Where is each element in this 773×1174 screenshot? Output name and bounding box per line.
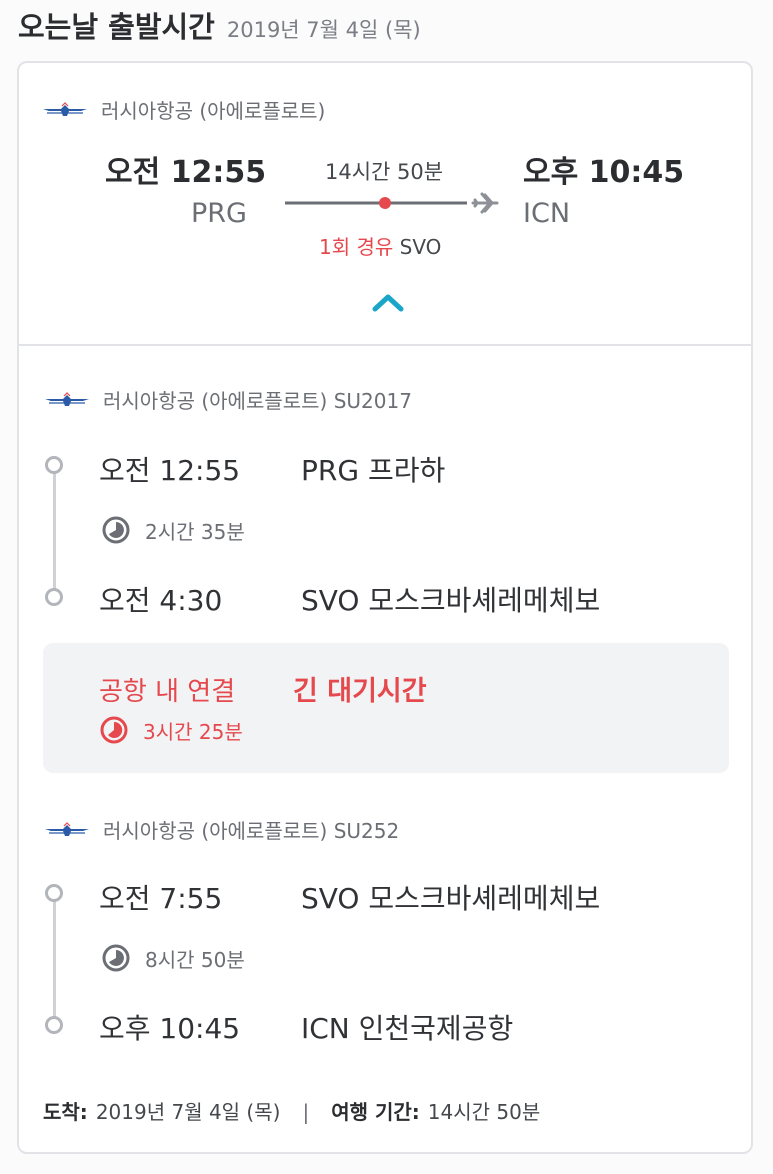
route-line (285, 192, 499, 214)
itinerary-card: 러시아항공 (아에로플로트) 오전 12:55 PRG 14시간 50분 1회 … (17, 61, 753, 1154)
arrival-dot (45, 1016, 63, 1034)
departure-code: PRG (191, 198, 247, 229)
segment-2-airline: 러시아항공 (아에로플로트) SU252 (43, 815, 399, 844)
chevron-up-icon[interactable] (371, 291, 405, 313)
plane-icon (471, 192, 499, 214)
arrival-time: 오후 10:45 (523, 155, 685, 190)
trip-duration-value: 14시간 50분 (427, 1100, 541, 1124)
arrival-dot (45, 588, 63, 606)
segment-arrival-airport: ICN 인천국제공항 (301, 1012, 514, 1045)
segment-1-airline: 러시아항공 (아에로플로트) SU2017 (43, 385, 412, 414)
return-header: 오는날 출발시간 2019년 7월 4일 (목) (18, 4, 421, 48)
layover-label: 공항 내 연결 (99, 677, 236, 707)
segment-airline-name: 러시아항공 (아에로플로트) SU252 (103, 819, 400, 843)
segment-departure-airport: PRG 프라하 (301, 454, 446, 487)
footer-separator: | (302, 1100, 310, 1124)
trip-footer: 도착: 2019년 7월 4일 (목) | 여행 기간: 14시간 50분 (43, 1096, 540, 1125)
segment-departure-time: 오전 12:55 (99, 454, 241, 487)
layover-box: 공항 내 연결 긴 대기시간 3시간 25분 (43, 643, 729, 773)
airline-name: 러시아항공 (아에로플로트) (101, 99, 326, 123)
header-date: 2019년 7월 4일 (목) (226, 18, 421, 42)
summary-airline: 러시아항공 (아에로플로트) (41, 95, 325, 124)
clock-icon (100, 716, 128, 744)
itinerary-summary[interactable]: 러시아항공 (아에로플로트) 오전 12:55 PRG 14시간 50분 1회 … (19, 63, 751, 346)
arrival-date: 2019년 7월 4일 (목) (95, 1100, 281, 1124)
segment-arrival-time: 오후 10:45 (99, 1012, 241, 1045)
total-duration: 14시간 50분 (325, 160, 444, 184)
segment-2-timeline (53, 901, 56, 1025)
segment-arrival-airport: SVO 모스크바셰레메체보 (301, 584, 601, 617)
segment-departure-airport: SVO 모스크바셰레메체보 (301, 882, 601, 915)
stop-airport: SVO (399, 235, 442, 259)
stops-info: 1회 경유 SVO (319, 231, 441, 260)
segment-arrival-time: 오전 4:30 (99, 584, 223, 617)
arrival-code: ICN (523, 198, 571, 229)
layover-duration-text: 3시간 25분 (143, 719, 243, 744)
flight-detail-page: 오는날 출발시간 2019년 7월 4일 (목) 러시아항공 (아에로플로트) … (0, 0, 773, 1174)
segment-airline-name: 러시아항공 (아에로플로트) SU2017 (103, 389, 412, 413)
clock-icon (102, 516, 130, 544)
departure-dot (45, 884, 63, 902)
aeroflot-logo (45, 391, 89, 406)
clock-icon (102, 944, 130, 972)
departure-dot (45, 456, 63, 474)
stops-count: 1회 경유 (319, 235, 394, 259)
segment-duration-text: 8시간 50분 (145, 947, 245, 972)
aeroflot-logo (45, 821, 89, 836)
long-wait-warning: 긴 대기시간 (293, 676, 427, 707)
segment-2-duration: 8시간 50분 (101, 943, 245, 973)
trip-duration-label: 여행 기간: (331, 1100, 420, 1124)
segment-1-duration: 2시간 35분 (101, 515, 245, 545)
segment-1-timeline (53, 473, 56, 597)
arrival-label: 도착: (43, 1100, 88, 1124)
page-title: 오는날 출발시간 (18, 10, 215, 44)
aeroflot-logo (43, 101, 87, 116)
segment-departure-time: 오전 7:55 (99, 882, 223, 915)
departure-time: 오전 12:55 (105, 155, 267, 190)
segment-duration-text: 2시간 35분 (145, 519, 245, 544)
layover-duration: 3시간 25분 (99, 715, 243, 745)
